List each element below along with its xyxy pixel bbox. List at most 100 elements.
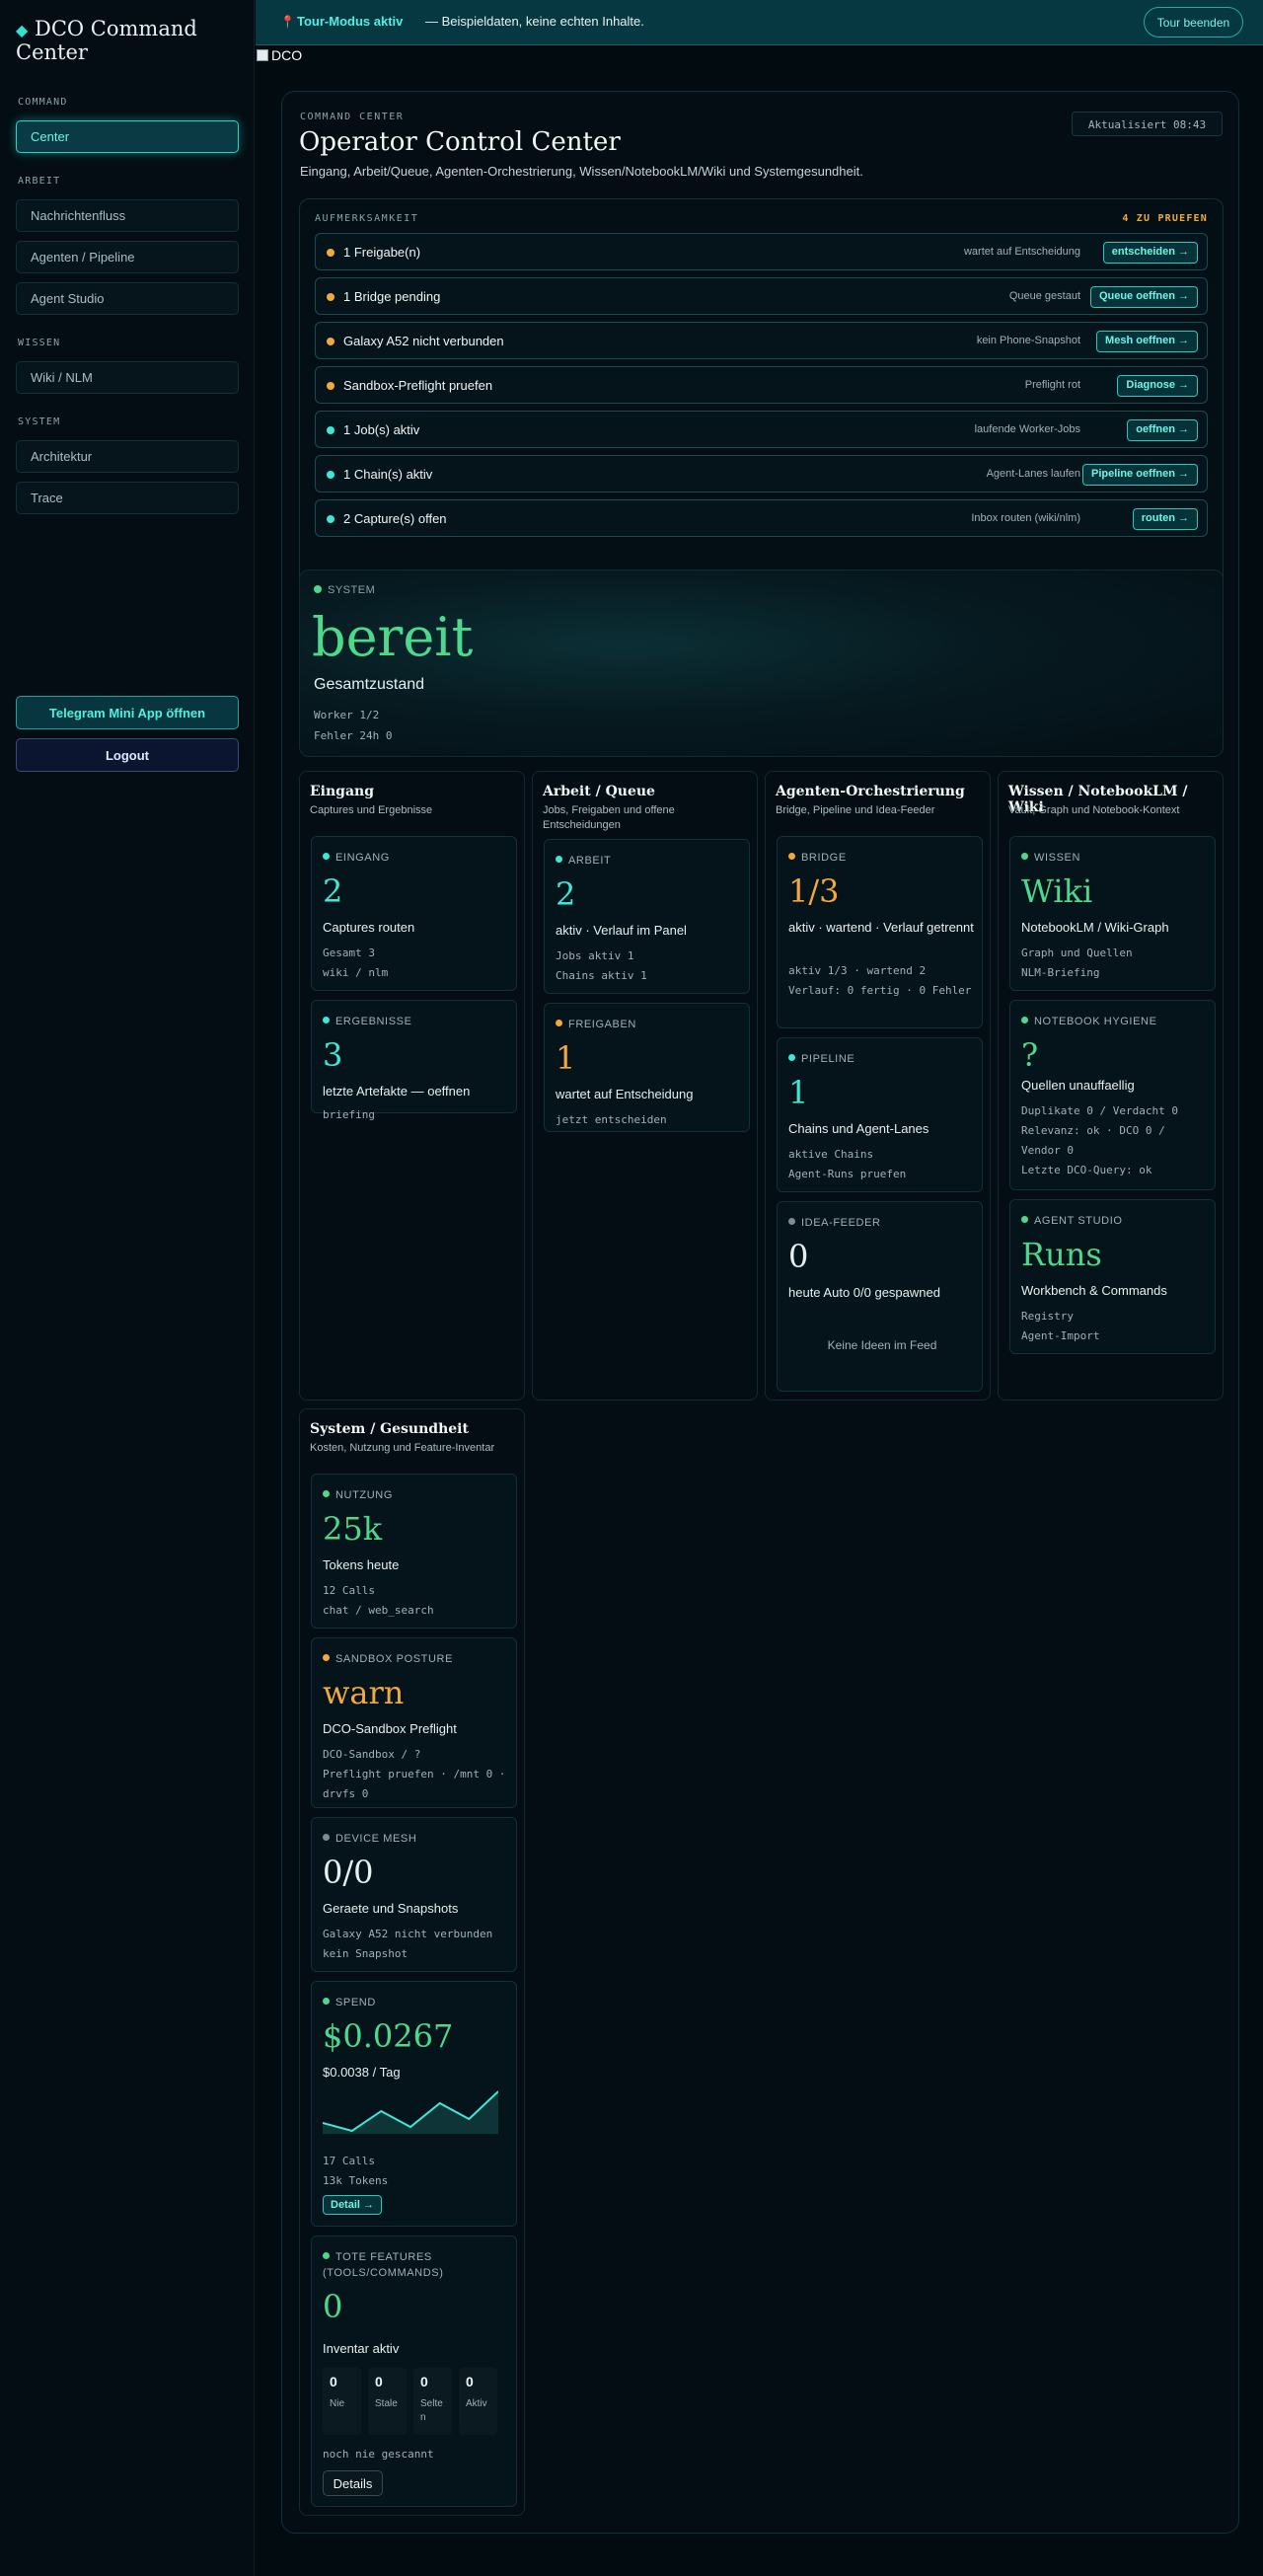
card-label: TOTE FEATURES (TOOLS/COMMANDS)	[323, 2251, 444, 2279]
card-value: 0	[323, 2288, 343, 2325]
attention-action-button[interactable]: Queue oeffnen →	[1089, 286, 1198, 308]
attention-row: 1 Job(s) aktiv laufende Worker-Jobs oeffne…	[315, 411, 1208, 448]
attention-action-button[interactable]: entscheiden →	[1102, 242, 1198, 264]
column-wissen: Wissen / NotebookLM / Wiki Vault, Graph …	[998, 771, 1224, 1401]
column-title: Eingang	[310, 784, 374, 799]
card-label: ARBEIT	[556, 853, 743, 869]
sidebar-item-nachrichtenfluss[interactable]: Nachrichtenfluss	[16, 199, 239, 232]
attention-hint: Agent-Lanes laufen	[986, 468, 1080, 480]
card-bridge[interactable]: BRIDGE 1/3 aktiv · wartend · Verlauf get…	[777, 836, 983, 1028]
attention-hint: Inbox routen (wiki/nlm)	[971, 512, 1080, 524]
card-meta: Verlauf: 0 fertig · 0 Fehler	[788, 984, 972, 997]
system-panel: SYSTEM bereit Gesamtzustand Worker 1/2 F…	[299, 569, 1224, 757]
spend-detail-button[interactable]: Detail →	[323, 2195, 383, 2215]
card-desc: letzte Artefakte — oeffnen	[323, 1084, 471, 1099]
attention-count: 4 ZU PRUEFEN	[1122, 213, 1208, 224]
sidebar-item-architektur[interactable]: Architektur	[16, 440, 239, 473]
attention-action-button[interactable]: routen →	[1132, 508, 1198, 530]
nav-group-command: COMMAND	[18, 97, 68, 108]
dco-checkbox[interactable]: DCO	[257, 47, 302, 63]
card-meta: Graph und Quellen	[1021, 947, 1133, 959]
brand-title: DCO Command Center	[16, 17, 197, 64]
status-dot-icon	[314, 585, 322, 593]
card-ergebnisse[interactable]: ERGEBNISSE 3 letzte Artefakte — oeffnen …	[311, 1000, 517, 1121]
column-agenten: Agenten-Orchestrierung Bridge, Pipeline …	[765, 771, 991, 1401]
card-eingang[interactable]: EINGANG 2 Captures routen Gesamt 3 wiki …	[311, 836, 517, 991]
column-subtitle: Jobs, Freigaben und offene Entscheidunge…	[543, 804, 675, 831]
column-subtitle: Bridge, Pipeline und Idea-Feeder	[776, 804, 935, 816]
card-wissen[interactable]: WISSEN Wiki NotebookLM / Wiki-Graph Grap…	[1009, 836, 1216, 991]
sidebar-item-agent-studio[interactable]: Agent Studio	[16, 282, 239, 315]
status-dot-icon	[327, 471, 334, 479]
diamond-icon: ◆	[16, 21, 29, 39]
card-meta: briefing	[323, 1108, 375, 1121]
telegram-mini-app-button[interactable]: Telegram Mini App öffnen	[16, 696, 239, 729]
sidebar-item-center[interactable]: Center	[16, 120, 239, 153]
card-arbeit[interactable]: ARBEIT 2 aktiv · Verlauf im Panel Jobs a…	[544, 839, 750, 994]
card-meta: 13k Tokens	[323, 2174, 389, 2187]
details-button[interactable]: Details	[323, 2470, 383, 2496]
card-meta: Relevanz: ok · DCO 0 / Vendor 0	[1021, 1124, 1165, 1157]
card-idea-feeder[interactable]: IDEA-FEEDER 0 heute Auto 0/0 gespawned K…	[777, 1201, 983, 1392]
card-value: $0.0267	[323, 2017, 454, 2055]
card-meta: NLM-Briefing	[1021, 966, 1100, 979]
checkbox-icon[interactable]	[257, 49, 268, 61]
attention-row: 1 Bridge pending Queue gestaut Queue oeffn…	[315, 277, 1208, 315]
card-label: DEVICE MESH	[323, 1831, 510, 1847]
card-label: FREIGABEN	[556, 1017, 743, 1032]
card-sandbox-posture[interactable]: SANDBOX POSTURE warn DCO-Sandbox Preflig…	[311, 1637, 517, 1808]
card-label: ERGEBNISSE	[323, 1014, 510, 1029]
sidebar-item-trace[interactable]: Trace	[16, 482, 239, 514]
status-dot-icon	[327, 515, 334, 523]
column-eingang: Eingang Captures und Ergebnisse EINGANG …	[299, 771, 525, 1401]
sidebar-item-agenten-pipeline[interactable]: Agenten / Pipeline	[16, 241, 239, 273]
card-agent-studio[interactable]: AGENT STUDIO Runs Workbench & Commands R…	[1009, 1199, 1216, 1354]
system-errors: Fehler 24h 0	[314, 729, 393, 742]
system-status: bereit	[312, 606, 474, 668]
card-desc: Captures routen	[323, 920, 415, 935]
card-label: WISSEN	[1021, 850, 1209, 866]
card-meta: Preflight pruefen · /mnt 0 · drvfs 0	[323, 1768, 506, 1800]
attention-action-button[interactable]: Diagnose →	[1117, 375, 1198, 397]
card-meta: Agent-Runs pruefen	[788, 1168, 907, 1180]
attention-action-button[interactable]: Pipeline oeffnen →	[1081, 464, 1198, 486]
attention-action-button[interactable]: Mesh oeffnen →	[1096, 331, 1198, 352]
card-meta: DCO-Sandbox / ?	[323, 1748, 421, 1761]
card-desc: aktiv · Verlauf im Panel	[556, 923, 687, 938]
card-meta: 17 Calls	[323, 2155, 375, 2167]
card-label: BRIDGE	[788, 850, 976, 866]
tile-nie: 0 Nie	[323, 2368, 361, 2435]
card-value: 1/3	[788, 872, 840, 910]
system-subtitle: Gesamtzustand	[314, 676, 425, 693]
card-value: 1	[788, 1074, 809, 1111]
card-desc: aktiv · wartend · Verlauf getrennt	[788, 920, 974, 935]
system-label-text: SYSTEM	[328, 584, 376, 596]
card-nutzung[interactable]: NUTZUNG 25k Tokens heute 12 Calls chat /…	[311, 1474, 517, 1629]
card-meta: aktive Chains	[788, 1148, 874, 1161]
card-value: 0/0	[323, 1854, 374, 1891]
status-dot-icon	[556, 856, 562, 863]
tour-end-button[interactable]: Tour beenden	[1144, 7, 1243, 38]
tour-title: Tour-Modus aktiv	[297, 14, 404, 29]
attention-title: AUFMERKSAMKEIT	[315, 213, 419, 224]
card-freigaben[interactable]: FREIGABEN 1 wartet auf Entscheidung jetz…	[544, 1003, 750, 1132]
nav-group-arbeit: ARBEIT	[18, 176, 61, 187]
card-meta: wiki / nlm	[323, 966, 389, 979]
attention-row: 1 Freigabe(n) wartet auf Entscheidung ents…	[315, 233, 1208, 270]
logout-button[interactable]: Logout	[16, 738, 239, 772]
card-spend[interactable]: SPEND $0.0267 $0.0038 / Tag 17 Calls 13k…	[311, 1981, 517, 2227]
status-dot-icon	[327, 382, 334, 390]
attention-action-button[interactable]: oeffnen →	[1127, 419, 1198, 441]
card-tote-features[interactable]: TOTE FEATURES (TOOLS/COMMANDS) 0 Inventa…	[311, 2235, 517, 2507]
column-subtitle: Kosten, Nutzung und Feature-Inventar	[310, 1442, 495, 1454]
spend-sparkline	[323, 2090, 498, 2134]
attention-label: 1 Bridge pending	[343, 289, 441, 304]
card-pipeline[interactable]: PIPELINE 1 Chains und Agent-Lanes aktive…	[777, 1037, 983, 1192]
sidebar-item-wiki-nlm[interactable]: Wiki / NLM	[16, 361, 239, 394]
card-meta: Registry	[1021, 1310, 1074, 1323]
page-eyebrow: COMMAND CENTER	[300, 112, 405, 122]
card-notebook-hygiene[interactable]: NOTEBOOK HYGIENE ? Quellen unauffaellig …	[1009, 1000, 1216, 1190]
status-dot-icon	[327, 249, 334, 257]
card-device-mesh[interactable]: DEVICE MESH 0/0 Geraete und Snapshots Ga…	[311, 1817, 517, 1972]
main-shell: COMMAND CENTER Operator Control Center E…	[281, 91, 1239, 2534]
